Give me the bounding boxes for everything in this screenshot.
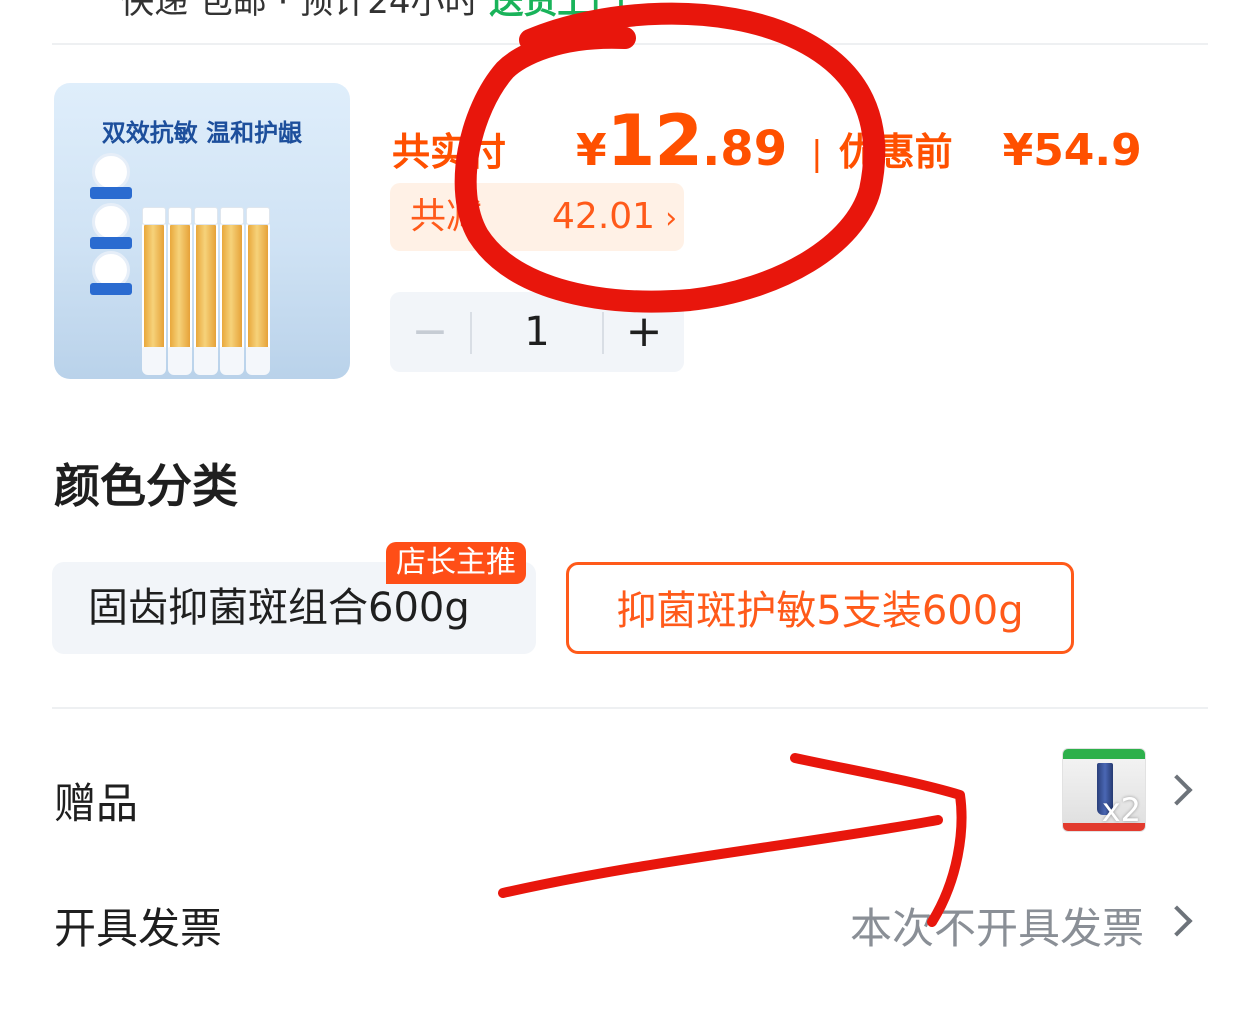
invoice-value[interactable]: 本次不开具发票 (850, 895, 1144, 956)
variant-option-selected[interactable]: 抑菌斑护敏5支装600g (566, 562, 1074, 654)
top-divider (52, 43, 1208, 45)
price-currency: ¥ (576, 125, 607, 176)
product-image[interactable]: 双效抗敏 温和护龈 (54, 83, 350, 379)
discount-chip[interactable]: 共减 42.01 › (390, 183, 684, 251)
original-price: ¥54.9 (1002, 125, 1142, 176)
variant-section-title: 颜色分类 (54, 459, 238, 513)
recommend-badge: 店长主推 (386, 542, 526, 584)
top-delivery-text: 快递 包邮 · 预计24小时 送货上门 (120, 0, 1120, 20)
chevron-right-icon[interactable] (1161, 905, 1193, 937)
decrement-button[interactable]: − (390, 292, 470, 372)
gift-thumbnail[interactable]: x2 (1062, 748, 1146, 832)
toothpaste-tube (142, 207, 166, 375)
increment-button[interactable]: + (604, 292, 684, 372)
section-divider (52, 707, 1208, 709)
discount-amount: 42.01 (552, 196, 656, 237)
price-separator: | (811, 134, 823, 174)
price-line: 共实付 ¥12.89 | 优惠前 ¥54.9 (392, 100, 1142, 182)
delivery-green-text: 送货上门 (489, 0, 626, 20)
gift-quantity: x2 (1101, 791, 1141, 829)
toothpaste-tube (220, 207, 244, 375)
gift-strip-mark (1063, 749, 1145, 759)
price-total-label: 共实付 (392, 130, 507, 174)
feature-label-mark (90, 187, 132, 199)
toothpaste-tube (168, 207, 192, 375)
toothpaste-tube (246, 207, 270, 375)
original-price-label: 优惠前 (838, 130, 953, 174)
chevron-right-icon[interactable] (1161, 774, 1193, 806)
price-integer: 12 (606, 100, 703, 182)
gift-label: 赠品 (54, 779, 139, 828)
price-decimal: .89 (702, 121, 788, 177)
invoice-label: 开具发票 (54, 904, 223, 953)
delivery-text: 快递 包邮 · 预计24小时 (120, 0, 479, 20)
feature-label-mark (90, 237, 132, 249)
quantity-stepper: − 1 + (390, 292, 684, 372)
feature-icon (92, 203, 130, 241)
quantity-value[interactable]: 1 (472, 292, 602, 372)
discount-label: 共减 (410, 196, 483, 237)
product-image-title: 双效抗敏 温和护龈 (101, 119, 303, 147)
feature-label-mark (90, 283, 132, 295)
chevron-right-icon: › (665, 201, 678, 236)
toothpaste-tube (194, 207, 218, 375)
feature-icon (92, 153, 130, 191)
